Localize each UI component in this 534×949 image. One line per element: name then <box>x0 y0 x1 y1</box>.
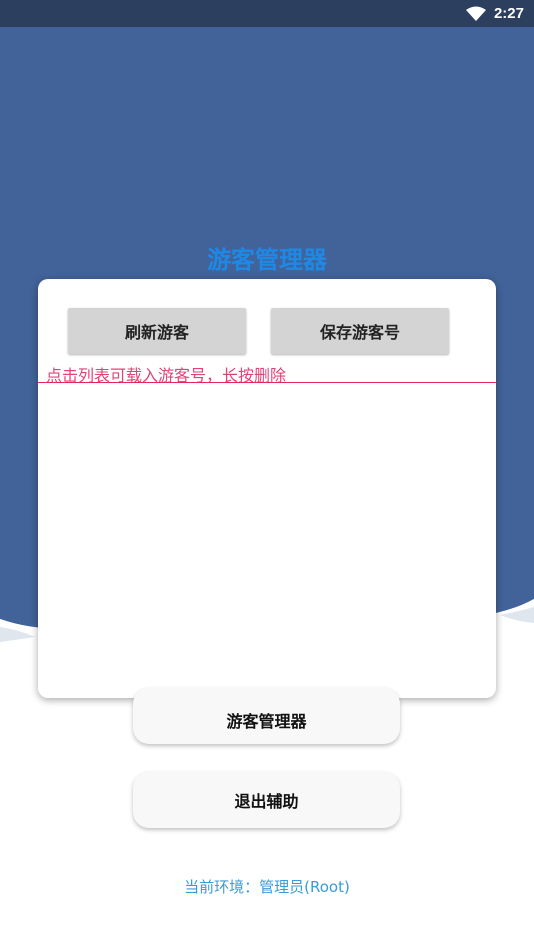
save-guest-button[interactable]: 保存游客号 <box>271 308 449 354</box>
wifi-icon <box>465 6 486 21</box>
exit-assist-button[interactable]: 退出辅助 <box>133 772 400 828</box>
refresh-guest-button[interactable]: 刷新游客 <box>68 308 246 354</box>
status-bar: 2:27 <box>0 0 534 27</box>
guest-manager-button[interactable]: 游客管理器 <box>133 688 400 744</box>
guest-manager-dialog: 刷新游客 保存游客号 点击列表可载入游客号，长按删除 <box>38 279 496 698</box>
status-time: 2:27 <box>493 5 524 22</box>
environment-status: 当前环境：管理员(Root) <box>184 878 350 896</box>
guest-list[interactable] <box>38 383 496 698</box>
page-title: 游客管理器 <box>207 246 327 274</box>
